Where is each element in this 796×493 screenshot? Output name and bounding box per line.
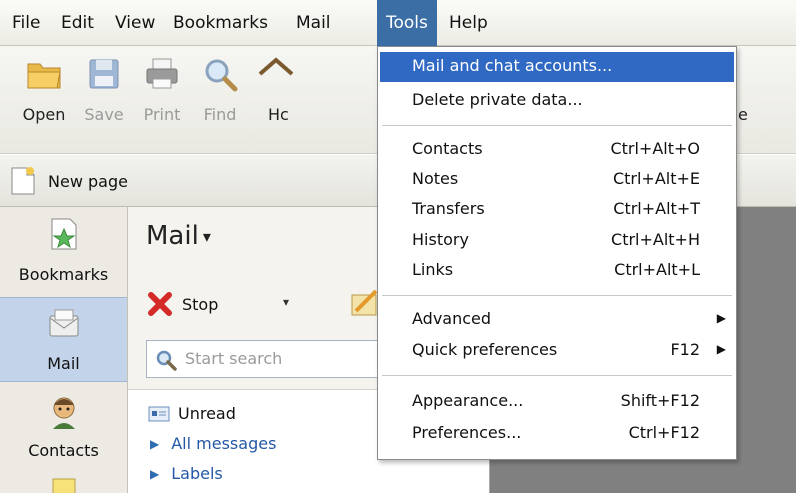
- home-button[interactable]: Hc: [248, 46, 294, 154]
- menu-item-shortcut: Ctrl+F12: [628, 423, 700, 442]
- expand-triangle-icon: ▶: [150, 466, 160, 481]
- menu-item-label: Preferences...: [412, 423, 522, 442]
- menu-item-shortcut: Ctrl+Alt+E: [612, 169, 700, 188]
- mail-panel-title[interactable]: Mail ▾: [146, 221, 211, 251]
- menu-item-label: Quick preferences: [412, 340, 558, 359]
- menu-item-label: Contacts: [412, 139, 483, 158]
- menu-item-notes[interactable]: Notes Ctrl+Alt+E: [380, 165, 734, 195]
- find-icon: [205, 59, 238, 92]
- mail-icon: [49, 309, 78, 337]
- mail-title-text: Mail: [146, 221, 199, 251]
- bookmarks-label: Bookmarks: [18, 265, 109, 284]
- folder-labels[interactable]: ▶ Labels: [148, 464, 223, 483]
- submenu-arrow-icon: ▶: [716, 311, 726, 325]
- folder-labels-label: Labels: [171, 464, 223, 483]
- panel-notes[interactable]: [0, 473, 127, 493]
- find-label: Find: [203, 105, 237, 124]
- menu-item-shortcut: F12: [670, 340, 700, 359]
- menu-item-shortcut: Ctrl+Alt+T: [613, 199, 700, 218]
- print-label: Print: [143, 105, 181, 124]
- new-page-icon: [11, 167, 35, 195]
- menu-item-label: Links: [412, 260, 454, 279]
- save-label: Save: [84, 105, 124, 124]
- home-label: Hc: [268, 105, 289, 124]
- notes-icon: [52, 478, 75, 493]
- menu-item-shortcut: Ctrl+Alt+H: [611, 230, 700, 249]
- stop-icon: [148, 292, 172, 316]
- menu-bar: File Edit View Bookmarks Mail Tools Help: [0, 0, 796, 46]
- folder-all-messages[interactable]: ▶ All messages: [148, 434, 276, 453]
- save-icon: [89, 59, 119, 89]
- folder-open-icon: [27, 63, 61, 89]
- menu-item-label: Transfers: [412, 199, 485, 218]
- menu-view[interactable]: View: [108, 0, 162, 46]
- search-placeholder: Start search: [185, 349, 283, 368]
- chevron-down-icon: ▾: [202, 227, 211, 246]
- folder-unread[interactable]: Unread: [148, 404, 236, 423]
- menu-separator: [382, 295, 732, 296]
- new-page-button[interactable]: New page: [10, 163, 128, 199]
- menu-item-label: Delete private data...: [412, 90, 583, 109]
- new-page-label: New page: [48, 171, 128, 191]
- open-button[interactable]: Open: [14, 46, 74, 154]
- submenu-arrow-icon: ▶: [716, 342, 726, 356]
- tools-menu: Mail and chat accounts... Delete private…: [377, 46, 737, 460]
- home-icon: [258, 57, 294, 76]
- compose-icon[interactable]: [348, 285, 380, 319]
- folder-all-messages-label: All messages: [171, 434, 277, 453]
- menu-item-appearance[interactable]: Appearance... Shift+F12: [380, 387, 734, 417]
- menu-separator: [382, 125, 732, 126]
- stop-dropdown-icon[interactable]: ▾: [283, 295, 289, 309]
- unread-icon: [148, 406, 170, 421]
- menu-help[interactable]: Help: [442, 0, 495, 46]
- menu-item-label: Appearance...: [412, 391, 524, 410]
- open-label: Open: [22, 105, 66, 124]
- menu-item-label: Mail and chat accounts...: [412, 56, 613, 75]
- stop-button[interactable]: Stop: [146, 285, 218, 323]
- contacts-icon: [52, 397, 75, 429]
- partial-label: e: [738, 105, 748, 124]
- contacts-label: Contacts: [28, 441, 99, 460]
- print-button[interactable]: Print: [132, 46, 192, 154]
- menu-item-delete-private-data[interactable]: Delete private data...: [380, 86, 734, 116]
- menu-item-contacts[interactable]: Contacts Ctrl+Alt+O: [380, 135, 734, 165]
- find-button[interactable]: Find: [190, 46, 250, 154]
- menu-item-label: Advanced: [412, 309, 492, 328]
- panel-contacts[interactable]: Contacts: [0, 385, 127, 469]
- menu-mail[interactable]: Mail: [289, 0, 338, 46]
- menu-edit[interactable]: Edit: [54, 0, 101, 46]
- menu-item-advanced[interactable]: Advanced ▶: [380, 305, 734, 335]
- menu-item-mail-chat-accounts[interactable]: Mail and chat accounts...: [380, 52, 734, 82]
- stop-label: Stop: [182, 294, 219, 314]
- menu-bookmarks[interactable]: Bookmarks: [166, 0, 275, 46]
- menu-file[interactable]: File: [5, 0, 47, 46]
- menu-item-history[interactable]: History Ctrl+Alt+H: [380, 226, 734, 256]
- expand-triangle-icon: ▶: [150, 436, 160, 451]
- menu-tools[interactable]: Tools: [377, 0, 437, 46]
- menu-item-shortcut: Ctrl+Alt+L: [614, 260, 700, 279]
- search-icon: [156, 350, 177, 371]
- menu-item-preferences[interactable]: Preferences... Ctrl+F12: [380, 419, 734, 449]
- bookmarks-icon: [51, 218, 76, 250]
- menu-item-label: History: [412, 230, 469, 249]
- menu-item-transfers[interactable]: Transfers Ctrl+Alt+T: [380, 195, 734, 225]
- menu-separator: [382, 375, 732, 376]
- save-button[interactable]: Save: [74, 46, 134, 154]
- menu-item-label: Notes: [412, 169, 459, 188]
- menu-item-quick-preferences[interactable]: Quick preferences F12 ▶: [380, 336, 734, 366]
- side-panel: Bookmarks Mail Contacts: [0, 207, 128, 493]
- menu-item-links[interactable]: Links Ctrl+Alt+L: [380, 256, 734, 286]
- panel-bookmarks[interactable]: Bookmarks: [0, 207, 127, 293]
- print-icon: [146, 58, 178, 89]
- panel-mail[interactable]: Mail: [0, 297, 127, 382]
- folder-unread-label: Unread: [178, 404, 236, 423]
- toolbar-button-partial[interactable]: e: [738, 46, 768, 154]
- menu-item-shortcut: Ctrl+Alt+O: [610, 139, 700, 158]
- menu-item-shortcut: Shift+F12: [620, 391, 700, 410]
- mail-label: Mail: [47, 354, 80, 373]
